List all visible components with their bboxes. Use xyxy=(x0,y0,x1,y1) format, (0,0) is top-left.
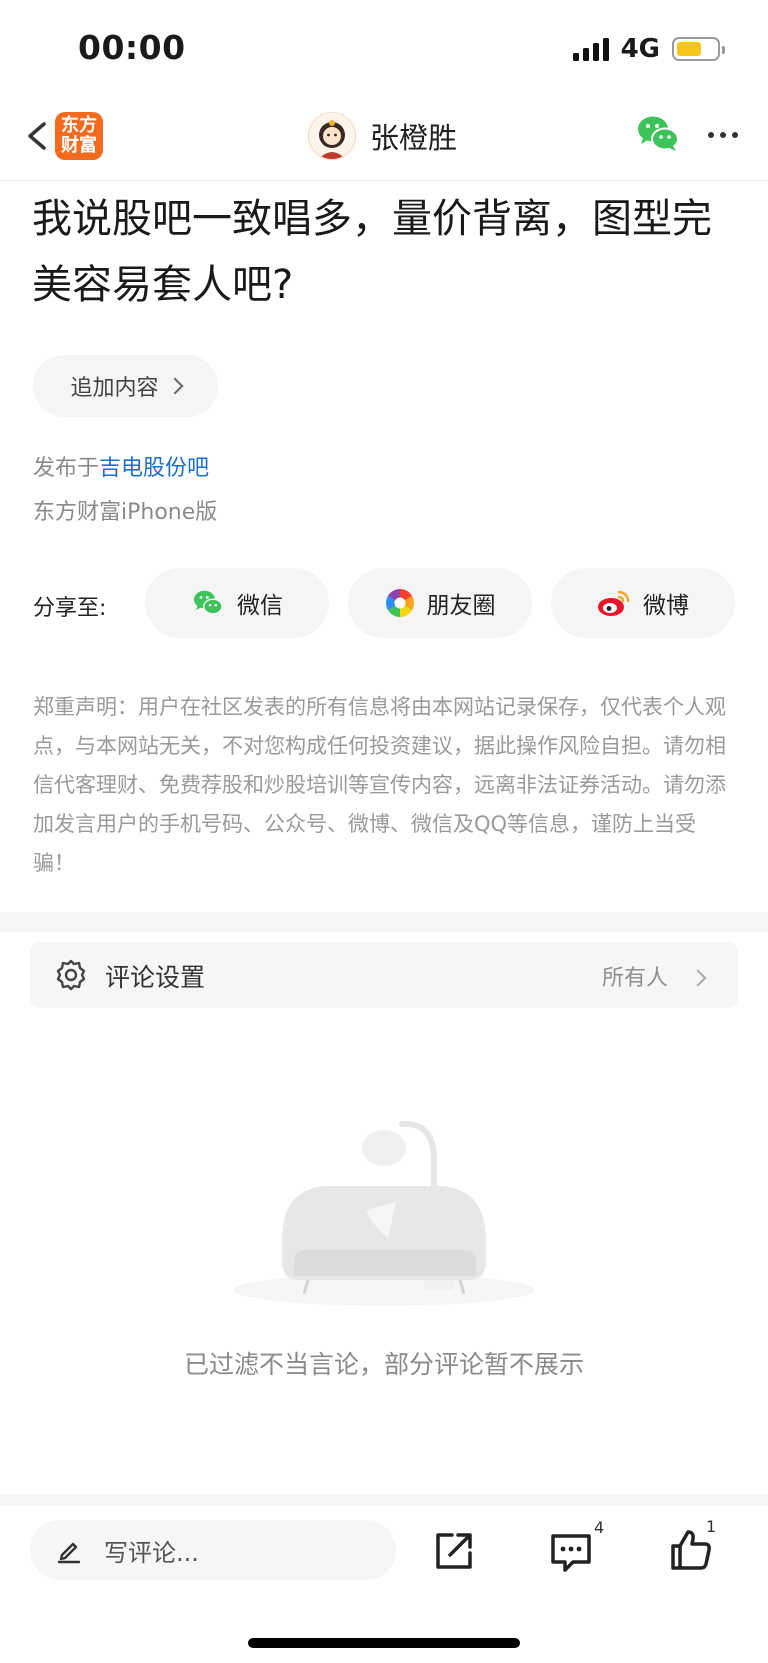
app-logo[interactable]: 东方 财富 xyxy=(55,112,103,160)
publish-info: 发布于吉电股份吧 xyxy=(33,450,209,482)
comment-settings-row[interactable]: 评论设置 所有人 xyxy=(30,942,738,1008)
status-time: 00:00 xyxy=(78,28,186,67)
share-wechat-label: 微信 xyxy=(237,593,283,619)
publish-prefix: 发布于 xyxy=(33,456,100,481)
more-icon[interactable] xyxy=(708,132,738,138)
append-content-button[interactable]: 追加内容 xyxy=(33,355,218,417)
device-info: 东方财富iPhone版 xyxy=(33,500,218,525)
battery-icon xyxy=(672,37,725,61)
share-weibo-button[interactable]: 微博 xyxy=(551,568,735,638)
comment-icon[interactable] xyxy=(547,1528,595,1576)
moments-icon xyxy=(385,589,414,617)
filtered-comments-notice: 已过滤不当言论，部分评论暂不展示 xyxy=(183,1350,584,1379)
like-count-badge: 1 xyxy=(706,1517,717,1536)
post-title: 我说股吧一致唱多，量价背离，图型完美容易套人吧? xyxy=(32,196,712,308)
wechat-icon[interactable] xyxy=(636,114,680,154)
author-avatar[interactable] xyxy=(308,112,356,160)
bottom-divider xyxy=(0,1494,768,1506)
logo-line2: 财富 xyxy=(61,135,97,156)
share-icon[interactable] xyxy=(430,1527,478,1575)
status-indicators: 4G xyxy=(572,34,725,64)
nav-header: 东方 财富 张橙胜 xyxy=(0,96,768,181)
share-moments-button[interactable]: 朋友圈 xyxy=(348,568,532,638)
chevron-right-icon xyxy=(689,969,707,988)
pen-icon xyxy=(57,1542,81,1564)
comment-count-badge: 4 xyxy=(594,1518,605,1537)
author-name[interactable]: 张橙胜 xyxy=(370,115,457,157)
weibo-icon xyxy=(598,590,630,616)
share-moments-label: 朋友圈 xyxy=(426,593,496,619)
comment-settings-label: 评论设置 xyxy=(105,963,206,992)
disclaimer-text: 郑重声明：用户在社区发表的所有信息将由本网站记录保存，仅代表个人观点，与本网站无… xyxy=(33,695,726,875)
chevron-right-icon xyxy=(166,377,183,395)
empty-comments-illustration xyxy=(234,1120,534,1306)
section-divider xyxy=(0,912,768,932)
author-info[interactable]: 张橙胜 xyxy=(308,112,457,160)
append-content-label: 追加内容 xyxy=(70,376,159,401)
wechat-icon xyxy=(194,590,223,615)
comment-settings-value: 所有人 xyxy=(601,966,668,991)
gear-icon xyxy=(56,959,86,991)
logo-line1: 东方 xyxy=(61,115,97,136)
network-type: 4G xyxy=(620,34,660,64)
comment-input[interactable]: 写评论... xyxy=(30,1520,396,1580)
back-icon[interactable] xyxy=(18,116,58,156)
share-weibo-label: 微博 xyxy=(643,593,689,619)
share-wechat-button[interactable]: 微信 xyxy=(145,568,329,638)
home-indicator[interactable] xyxy=(248,1638,520,1648)
bar-link[interactable]: 吉电股份吧 xyxy=(99,456,209,481)
share-label: 分享至: xyxy=(33,596,107,621)
signal-icon xyxy=(572,37,609,61)
comment-placeholder: 写评论... xyxy=(104,1538,199,1567)
